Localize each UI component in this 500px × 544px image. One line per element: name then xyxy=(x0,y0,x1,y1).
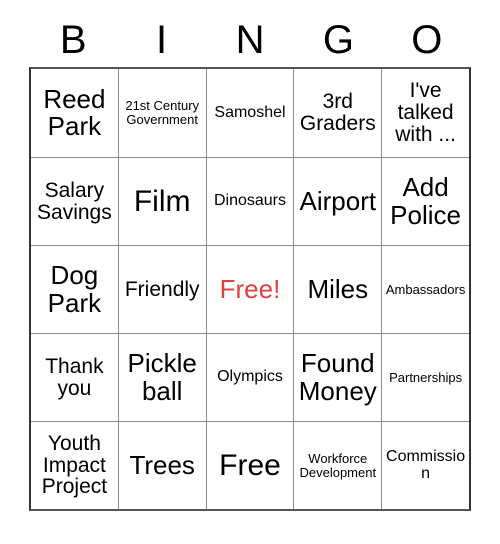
bingo-cell[interactable]: Samoshel xyxy=(205,69,294,157)
bingo-cell[interactable]: Workforce Development xyxy=(293,421,382,509)
bingo-cell[interactable]: Partnerships xyxy=(381,333,469,421)
bingo-cell[interactable]: Miles xyxy=(293,245,382,333)
bingo-cell[interactable]: Found Money xyxy=(293,333,382,421)
bingo-cell-label: Free xyxy=(219,448,281,482)
bingo-cell-label: Trees xyxy=(129,449,195,480)
bingo-cell-label: Youth Impact Project xyxy=(41,431,108,499)
bingo-cell[interactable]: Olympics xyxy=(205,333,294,421)
bingo-header-row: B I N G O xyxy=(29,12,471,67)
bingo-cell[interactable]: Youth Impact Project xyxy=(31,421,118,509)
bingo-card: B I N G O Reed Park 21st Century Governm… xyxy=(29,12,471,511)
bingo-header-letter-g: G xyxy=(322,17,354,62)
bingo-cell[interactable]: 21st Century Government xyxy=(117,69,206,157)
bingo-cell-label: Dog Park xyxy=(47,260,102,318)
bingo-cell-label: Thank you xyxy=(45,354,104,400)
bingo-cell[interactable]: Ambassadors xyxy=(381,245,469,333)
bingo-cell[interactable]: Thank you xyxy=(31,333,118,421)
bingo-cell[interactable]: Pickle ball xyxy=(117,333,206,421)
bingo-grid: Reed Park 21st Century Government Samosh… xyxy=(29,67,471,511)
bingo-cell-label: Ambassadors xyxy=(385,281,466,297)
bingo-header-letter-i: I xyxy=(156,17,168,62)
bingo-free-cell[interactable]: Free! xyxy=(205,245,294,333)
bingo-cell[interactable]: I've talked with ... xyxy=(381,69,469,157)
bingo-header-letter-b: B xyxy=(59,17,87,62)
bingo-cell[interactable]: Add Police xyxy=(381,157,469,245)
bingo-row: Salary Savings Film Dinosaurs Airport Ad… xyxy=(31,157,469,245)
bingo-header-letter-n: N xyxy=(235,17,265,62)
bingo-cell[interactable]: Free xyxy=(205,421,294,509)
bingo-cell[interactable]: Reed Park xyxy=(31,69,118,157)
bingo-cell-label: Olympics xyxy=(217,368,283,386)
bingo-cell[interactable]: Film xyxy=(117,157,206,245)
bingo-cell-label: 3rd Graders xyxy=(299,90,376,135)
bingo-cell[interactable]: Commission xyxy=(381,421,469,509)
bingo-cell-label: Reed Park xyxy=(43,83,106,141)
bingo-cell-label: Samoshel xyxy=(214,103,286,121)
bingo-cell[interactable]: Salary Savings xyxy=(31,157,118,245)
bingo-cell[interactable]: Airport xyxy=(293,157,382,245)
bingo-cell-label: Partnerships xyxy=(389,369,463,385)
bingo-cell-label: 21st Century Government xyxy=(125,98,200,127)
bingo-cell-label: I've talked with ... xyxy=(395,79,456,146)
bingo-cell[interactable]: Dinosaurs xyxy=(205,157,294,245)
bingo-row: Dog Park Friendly Free! Miles Ambassador… xyxy=(31,245,469,333)
bingo-row: Reed Park 21st Century Government Samosh… xyxy=(31,69,469,157)
bingo-cell[interactable]: 3rd Graders xyxy=(293,69,382,157)
bingo-row: Thank you Pickle ball Olympics Found Mon… xyxy=(31,333,469,421)
bingo-cell-label: Dinosaurs xyxy=(213,192,286,210)
bingo-free-label: Free! xyxy=(219,273,281,304)
bingo-cell-label: Airport xyxy=(299,185,377,216)
bingo-cell-label: Miles xyxy=(307,273,369,304)
bingo-cell-label: Pickle ball xyxy=(127,348,197,406)
bingo-row: Youth Impact Project Trees Free Workforc… xyxy=(31,421,469,509)
bingo-cell-label: Friendly xyxy=(124,277,200,301)
bingo-cell-label: Workforce Development xyxy=(299,450,377,480)
bingo-header-letter-o: O xyxy=(411,17,443,62)
bingo-cell-label: Salary Savings xyxy=(37,178,112,224)
bingo-cell-label: Commission xyxy=(386,447,466,482)
bingo-cell-label: Add Police xyxy=(390,172,461,230)
bingo-cell[interactable]: Dog Park xyxy=(31,245,118,333)
bingo-cell[interactable]: Friendly xyxy=(117,245,206,333)
bingo-cell-label: Found Money xyxy=(298,348,377,406)
bingo-cell[interactable]: Trees xyxy=(117,421,206,509)
bingo-cell-label: Film xyxy=(133,184,191,218)
